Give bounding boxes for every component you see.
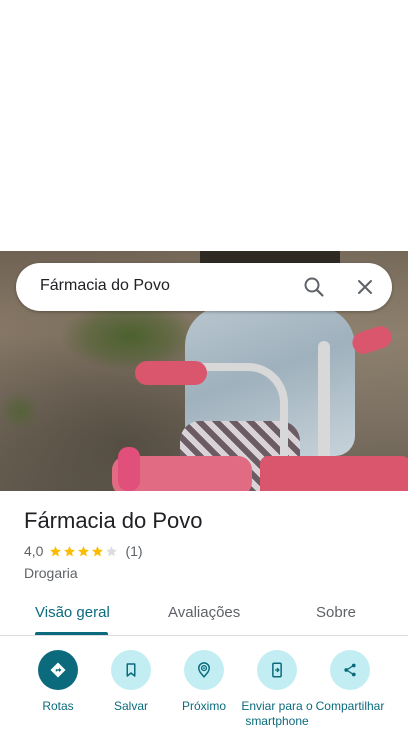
- close-icon[interactable]: [353, 275, 377, 299]
- rating-row[interactable]: 4,0 (1): [24, 543, 143, 559]
- nearby-label: Próximo: [181, 699, 226, 713]
- nearby-button[interactable]: Próximo: [164, 650, 244, 714]
- star-filled-icon: [64, 545, 76, 556]
- send-to-phone-label: Enviar para o smartphone: [241, 699, 313, 728]
- place-category[interactable]: Drogaria: [24, 565, 78, 581]
- directions-label: Rotas: [42, 699, 74, 713]
- share-label: Compartilhar: [315, 699, 385, 713]
- photo-tricycle-seat: [260, 456, 408, 491]
- star-filled-icon: [92, 545, 104, 556]
- send-to-phone-button[interactable]: Enviar para o smartphone: [237, 650, 317, 729]
- nearby-icon: [184, 650, 224, 690]
- blank-header-area: [0, 0, 408, 251]
- bookmark-icon: [111, 650, 151, 690]
- star-filled-icon: [50, 545, 62, 556]
- place-tabs: Visão geral Avaliações Sobre: [0, 594, 408, 636]
- tab-overview[interactable]: Visão geral: [35, 604, 110, 621]
- photo-tricycle-bar-right: [318, 341, 330, 461]
- reviews-count: (1): [125, 543, 143, 559]
- star-filled-icon: [78, 545, 90, 556]
- photo-tricycle-handle-left: [135, 361, 207, 385]
- directions-icon: [38, 650, 78, 690]
- place-title: Fármacia do Povo: [24, 508, 203, 533]
- search-query[interactable]: Fármacia do Povo: [40, 277, 170, 295]
- search-bar[interactable]: Fármacia do Povo: [16, 263, 392, 311]
- tab-reviews[interactable]: Avaliações: [168, 604, 240, 621]
- star-empty-icon: [106, 545, 118, 556]
- rating-value: 4,0: [24, 543, 44, 559]
- tabs-divider: [0, 635, 408, 636]
- photo-plant-small: [0, 391, 40, 431]
- save-label: Salvar: [113, 699, 148, 713]
- tab-about[interactable]: Sobre: [316, 604, 356, 621]
- send-to-phone-icon: [257, 650, 297, 690]
- rating-stars: [49, 545, 119, 558]
- save-button[interactable]: Salvar: [91, 650, 171, 714]
- search-icon[interactable]: [302, 275, 326, 299]
- directions-button[interactable]: Rotas: [18, 650, 98, 714]
- photo-tricycle-wheel: [118, 447, 140, 491]
- share-button[interactable]: Compartilhar: [310, 650, 390, 714]
- share-icon: [330, 650, 370, 690]
